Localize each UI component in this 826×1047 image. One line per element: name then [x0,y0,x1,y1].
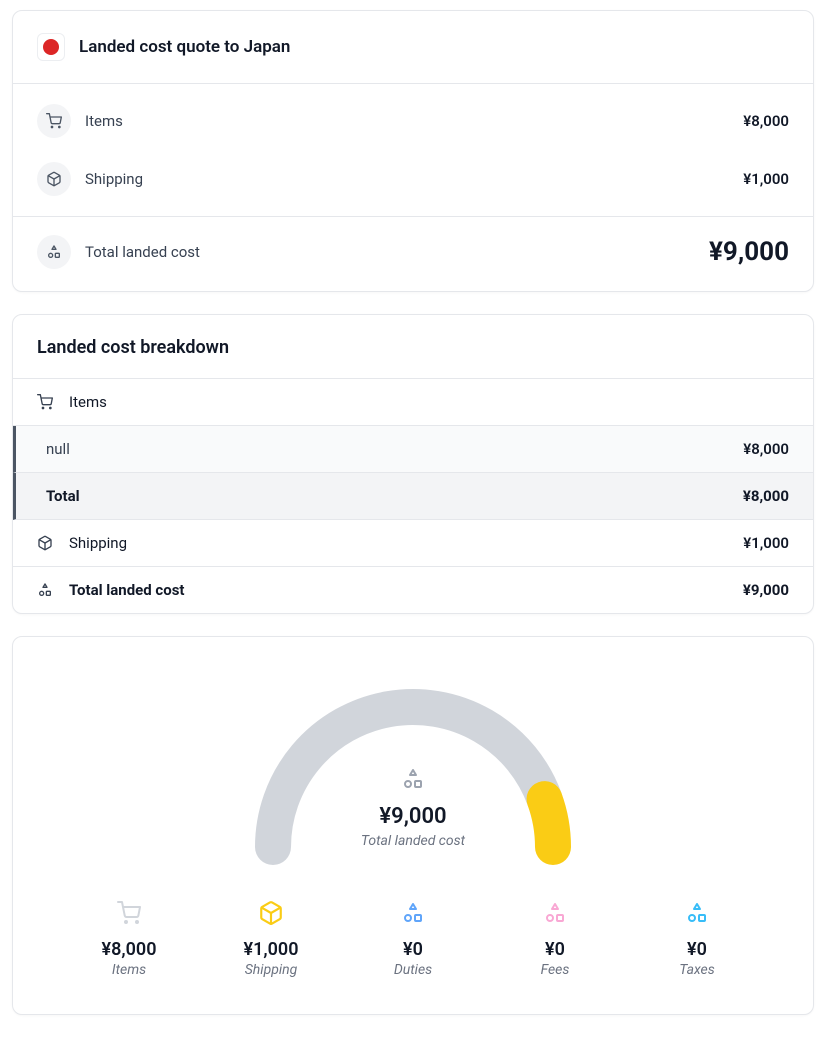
breakdown-shipping-value: ¥1,000 [743,534,789,552]
stat-items: ¥8,000 Items [81,899,177,978]
stat-shipping-value: ¥1,000 [244,939,299,960]
box-icon [37,535,61,551]
breakdown-items-header[interactable]: Items [13,379,813,426]
gauge-amount: ¥9,000 [379,804,446,829]
stat-taxes-value: ¥0 [687,939,707,960]
breakdown-card: Landed cost breakdown Items null ¥8,000 … [12,314,814,614]
gauge-label: Total landed cost [361,833,466,849]
quote-items-value: ¥8,000 [743,112,789,130]
japan-flag-icon [37,33,65,61]
quote-shipping-value: ¥1,000 [743,170,789,188]
breakdown-items-total-row: Total ¥8,000 [13,473,813,520]
stat-duties-label: Duties [394,962,432,978]
quote-total-row: Total landed cost ¥9,000 [13,216,813,291]
quote-header: Landed cost quote to Japan [13,11,813,84]
shapes-icon [37,235,71,269]
stat-fees-label: Fees [541,962,570,978]
quote-total-label: Total landed cost [85,243,709,261]
gauge-chart: ¥9,000 Total landed cost [243,677,583,867]
stat-shipping-label: Shipping [245,962,298,978]
quote-summary: Items ¥8,000 Shipping ¥1,000 [13,84,813,216]
breakdown-items-label: Items [69,393,789,411]
shapes-icon [401,899,425,927]
gauge-stats: ¥8,000 Items ¥1,000 Shipping ¥0 Duties [37,899,789,978]
box-icon [37,162,71,196]
shapes-icon [543,899,567,927]
quote-total-value: ¥9,000 [709,237,789,267]
breakdown-total-value: ¥9,000 [743,581,789,599]
shapes-icon [685,899,709,927]
stat-taxes-label: Taxes [679,962,715,978]
breakdown-total-row: Total landed cost ¥9,000 [13,567,813,613]
breakdown-items-total-label: Total [46,487,743,505]
quote-shipping-row: Shipping ¥1,000 [13,150,813,208]
quote-card: Landed cost quote to Japan Items ¥8,000 … [12,10,814,292]
breakdown-items-total-value: ¥8,000 [743,487,789,505]
stat-taxes: ¥0 Taxes [649,899,745,978]
quote-title: Landed cost quote to Japan [79,37,290,57]
breakdown-item-value: ¥8,000 [743,440,789,458]
cart-icon [37,394,61,410]
stat-fees-value: ¥0 [545,939,565,960]
quote-items-label: Items [85,112,743,130]
breakdown-shipping-label: Shipping [69,534,743,552]
stat-items-label: Items [112,962,146,978]
shapes-icon [37,582,61,598]
breakdown-shipping-row: Shipping ¥1,000 [13,520,813,567]
gauge-card: ¥9,000 Total landed cost ¥8,000 Items ¥1… [12,636,814,1015]
quote-items-row: Items ¥8,000 [13,92,813,150]
gauge-wrap: ¥9,000 Total landed cost ¥8,000 Items ¥1… [13,637,813,1014]
stat-fees: ¥0 Fees [507,899,603,978]
breakdown-item-label: null [46,440,743,458]
stat-items-value: ¥8,000 [102,939,157,960]
stat-duties-value: ¥0 [403,939,423,960]
cart-icon [37,104,71,138]
breakdown-title: Landed cost breakdown [13,315,813,379]
cart-icon [117,899,141,927]
breakdown-total-label: Total landed cost [69,581,743,599]
stat-duties: ¥0 Duties [365,899,461,978]
stat-shipping: ¥1,000 Shipping [223,899,319,978]
box-icon [258,899,284,927]
breakdown-item-row: null ¥8,000 [13,426,813,473]
quote-shipping-label: Shipping [85,170,743,188]
